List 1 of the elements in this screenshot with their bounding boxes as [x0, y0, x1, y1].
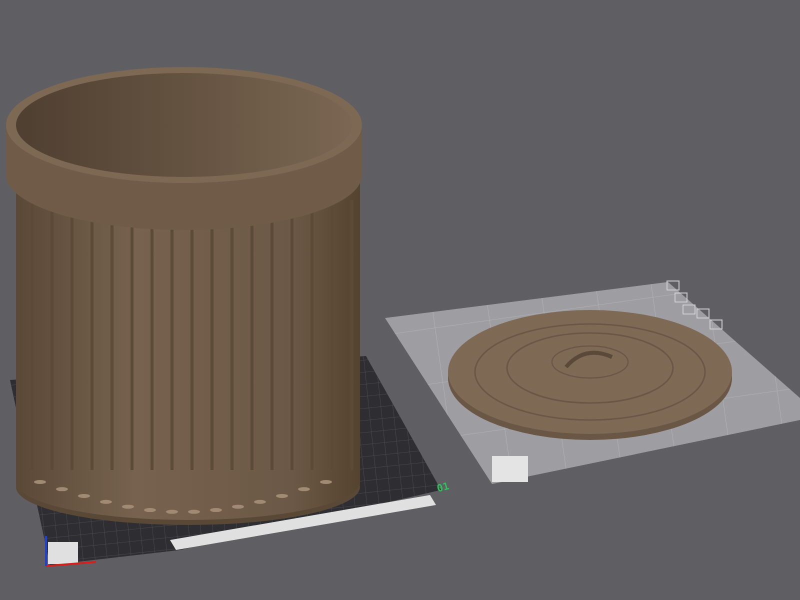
plate-number: 01: [436, 481, 450, 495]
